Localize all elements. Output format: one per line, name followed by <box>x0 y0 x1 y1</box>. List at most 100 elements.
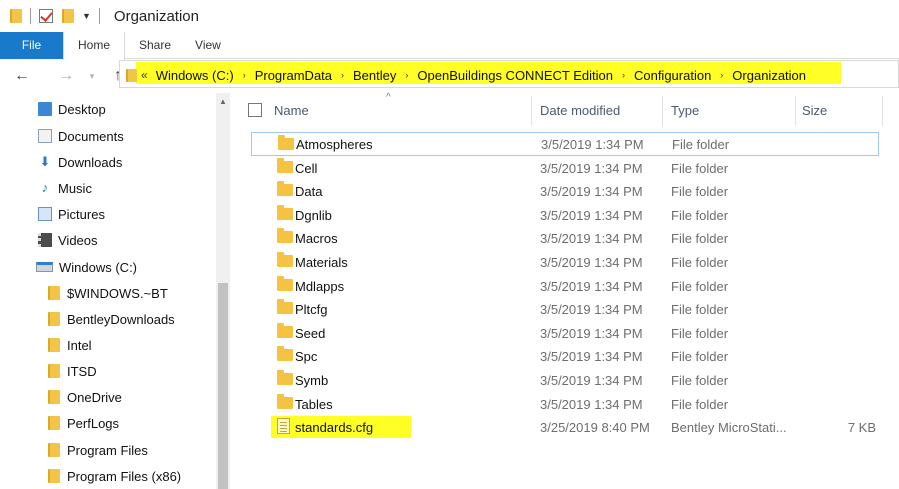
folder-icon <box>48 286 60 300</box>
column-header-size[interactable]: Size <box>802 93 827 127</box>
column-divider[interactable] <box>531 96 532 126</box>
table-row[interactable]: Macros 3/5/2019 1:34 PM File folder <box>251 226 879 250</box>
file-type: File folder <box>671 372 729 388</box>
forward-arrow-icon[interactable]: → <box>54 67 78 85</box>
table-row[interactable]: Tables 3/5/2019 1:34 PM File folder <box>251 392 879 416</box>
file-name: Materials <box>295 254 348 270</box>
breadcrumb-item[interactable]: ProgramData <box>255 68 332 83</box>
chevron-right-icon[interactable]: › <box>243 70 246 80</box>
sidebar-item-music[interactable]: ♪ Music <box>38 176 92 200</box>
column-divider[interactable] <box>882 96 883 126</box>
new-folder-icon[interactable] <box>62 9 74 23</box>
breadcrumb-item[interactable]: Organization <box>732 68 806 83</box>
chevron-right-icon[interactable]: › <box>622 70 625 80</box>
scrollbar-thumb[interactable] <box>218 283 228 489</box>
folder-icon <box>48 364 60 378</box>
file-date: 3/5/2019 1:34 PM <box>540 183 643 199</box>
select-all-checkbox[interactable] <box>248 103 262 117</box>
table-row[interactable]: Symb 3/5/2019 1:34 PM File folder <box>251 368 879 392</box>
table-row[interactable]: Pltcfg 3/5/2019 1:34 PM File folder <box>251 297 879 321</box>
file-date: 3/5/2019 1:34 PM <box>540 254 643 270</box>
sidebar-item-downloads[interactable]: ⬇ Downloads <box>38 150 123 174</box>
column-divider[interactable] <box>662 96 663 126</box>
file-date: 3/5/2019 1:34 PM <box>540 301 643 317</box>
sidebar-item-intel[interactable]: Intel <box>48 333 92 357</box>
sidebar-item-windows-c[interactable]: Windows (C:) <box>36 255 137 279</box>
overflow-chevron-icon[interactable]: « <box>141 68 148 82</box>
table-row[interactable]: Mdlapps 3/5/2019 1:34 PM File folder <box>251 274 879 298</box>
table-row[interactable]: Cell 3/5/2019 1:34 PM File folder <box>251 156 879 180</box>
file-type: File folder <box>671 183 729 199</box>
file-name: Seed <box>295 325 326 341</box>
pictures-icon <box>38 207 52 221</box>
file-type: Bentley MicroStati... <box>671 419 787 435</box>
column-divider[interactable] <box>795 96 796 126</box>
sort-ascending-icon: ^ <box>386 92 391 103</box>
tab-view[interactable]: View <box>185 32 231 59</box>
table-row[interactable]: Spc 3/5/2019 1:34 PM File folder <box>251 344 879 368</box>
table-row[interactable]: standards.cfg 3/25/2019 8:40 PM Bentley … <box>251 415 879 439</box>
chevron-right-icon[interactable]: › <box>341 70 344 80</box>
folder-icon <box>277 370 293 385</box>
sidebar-item-label: Downloads <box>58 154 123 170</box>
folder-icon <box>48 443 60 457</box>
folder-icon <box>10 9 22 23</box>
recent-locations-icon[interactable]: ▾ <box>80 71 104 82</box>
sidebar-item-label: Windows (C:) <box>59 259 138 275</box>
table-row[interactable]: Atmospheres 3/5/2019 1:34 PM File folder <box>251 132 879 156</box>
breadcrumb-item[interactable]: Windows (C:) <box>156 68 234 83</box>
back-arrow-icon[interactable]: ← <box>10 67 34 85</box>
table-row[interactable]: Data 3/5/2019 1:34 PM File folder <box>251 179 879 203</box>
tab-home[interactable]: Home <box>63 32 125 60</box>
table-row[interactable]: Materials 3/5/2019 1:34 PM File folder <box>251 250 879 274</box>
file-date: 3/5/2019 1:34 PM <box>540 325 643 341</box>
sidebar-item-perflogs[interactable]: PerfLogs <box>48 411 119 435</box>
file-date: 3/5/2019 1:34 PM <box>540 207 643 223</box>
sidebar-item-program-files-x86[interactable]: Program Files (x86) <box>48 464 181 488</box>
file-type: File folder <box>671 396 729 412</box>
videos-icon <box>38 233 52 247</box>
file-type: File folder <box>671 230 729 246</box>
sidebar-item-pictures[interactable]: Pictures <box>38 202 105 226</box>
file-name: Dgnlib <box>295 207 332 223</box>
chevron-right-icon[interactable]: › <box>405 70 408 80</box>
customize-toolbar-icon[interactable]: ▼ <box>82 11 91 21</box>
file-name: Macros <box>295 230 338 246</box>
folder-icon <box>277 181 293 196</box>
sidebar-item-itsd[interactable]: ITSD <box>48 359 97 383</box>
column-header-name[interactable]: Name <box>274 93 309 127</box>
title-bar: ▼ Organization <box>0 0 899 32</box>
breadcrumb-item[interactable]: Configuration <box>634 68 711 83</box>
tab-file[interactable]: File <box>0 32 63 59</box>
file-date: 3/5/2019 1:34 PM <box>541 136 644 152</box>
tab-share[interactable]: Share <box>125 32 185 59</box>
column-header-date[interactable]: Date modified <box>540 93 620 127</box>
properties-icon[interactable] <box>39 9 53 23</box>
chevron-right-icon[interactable]: › <box>720 70 723 80</box>
file-type: File folder <box>671 207 729 223</box>
sidebar-item-label: Intel <box>67 337 92 353</box>
breadcrumb-item[interactable]: Bentley <box>353 68 396 83</box>
sidebar-item-program-files[interactable]: Program Files <box>48 438 148 462</box>
sidebar-item-windows-bt[interactable]: $WINDOWS.~BT <box>48 281 168 305</box>
file-type: File folder <box>671 254 729 270</box>
sidebar-item-documents[interactable]: Documents <box>38 124 124 148</box>
file-name: Spc <box>295 348 318 364</box>
table-row[interactable]: Dgnlib 3/5/2019 1:34 PM File folder <box>251 203 879 227</box>
file-type: File folder <box>671 160 729 176</box>
divider <box>98 8 100 24</box>
file-name: Cell <box>295 160 318 176</box>
breadcrumb-item[interactable]: OpenBuildings CONNECT Edition <box>417 68 613 83</box>
quick-access-toolbar: ▼ <box>10 0 108 32</box>
sidebar-item-bentleydownloads[interactable]: BentleyDownloads <box>48 307 175 331</box>
table-row[interactable]: Seed 3/5/2019 1:34 PM File folder <box>251 321 879 345</box>
file-type: File folder <box>671 301 729 317</box>
sidebar-item-onedrive[interactable]: OneDrive <box>48 385 122 409</box>
scroll-up-icon[interactable]: ▲ <box>216 93 230 110</box>
column-header-type[interactable]: Type <box>671 93 699 127</box>
sidebar-item-desktop[interactable]: Desktop <box>38 97 106 121</box>
folder-icon <box>277 276 293 291</box>
sidebar-item-videos[interactable]: Videos <box>38 228 98 252</box>
file-date: 3/5/2019 1:34 PM <box>540 348 643 364</box>
file-name: Atmospheres <box>296 136 373 152</box>
